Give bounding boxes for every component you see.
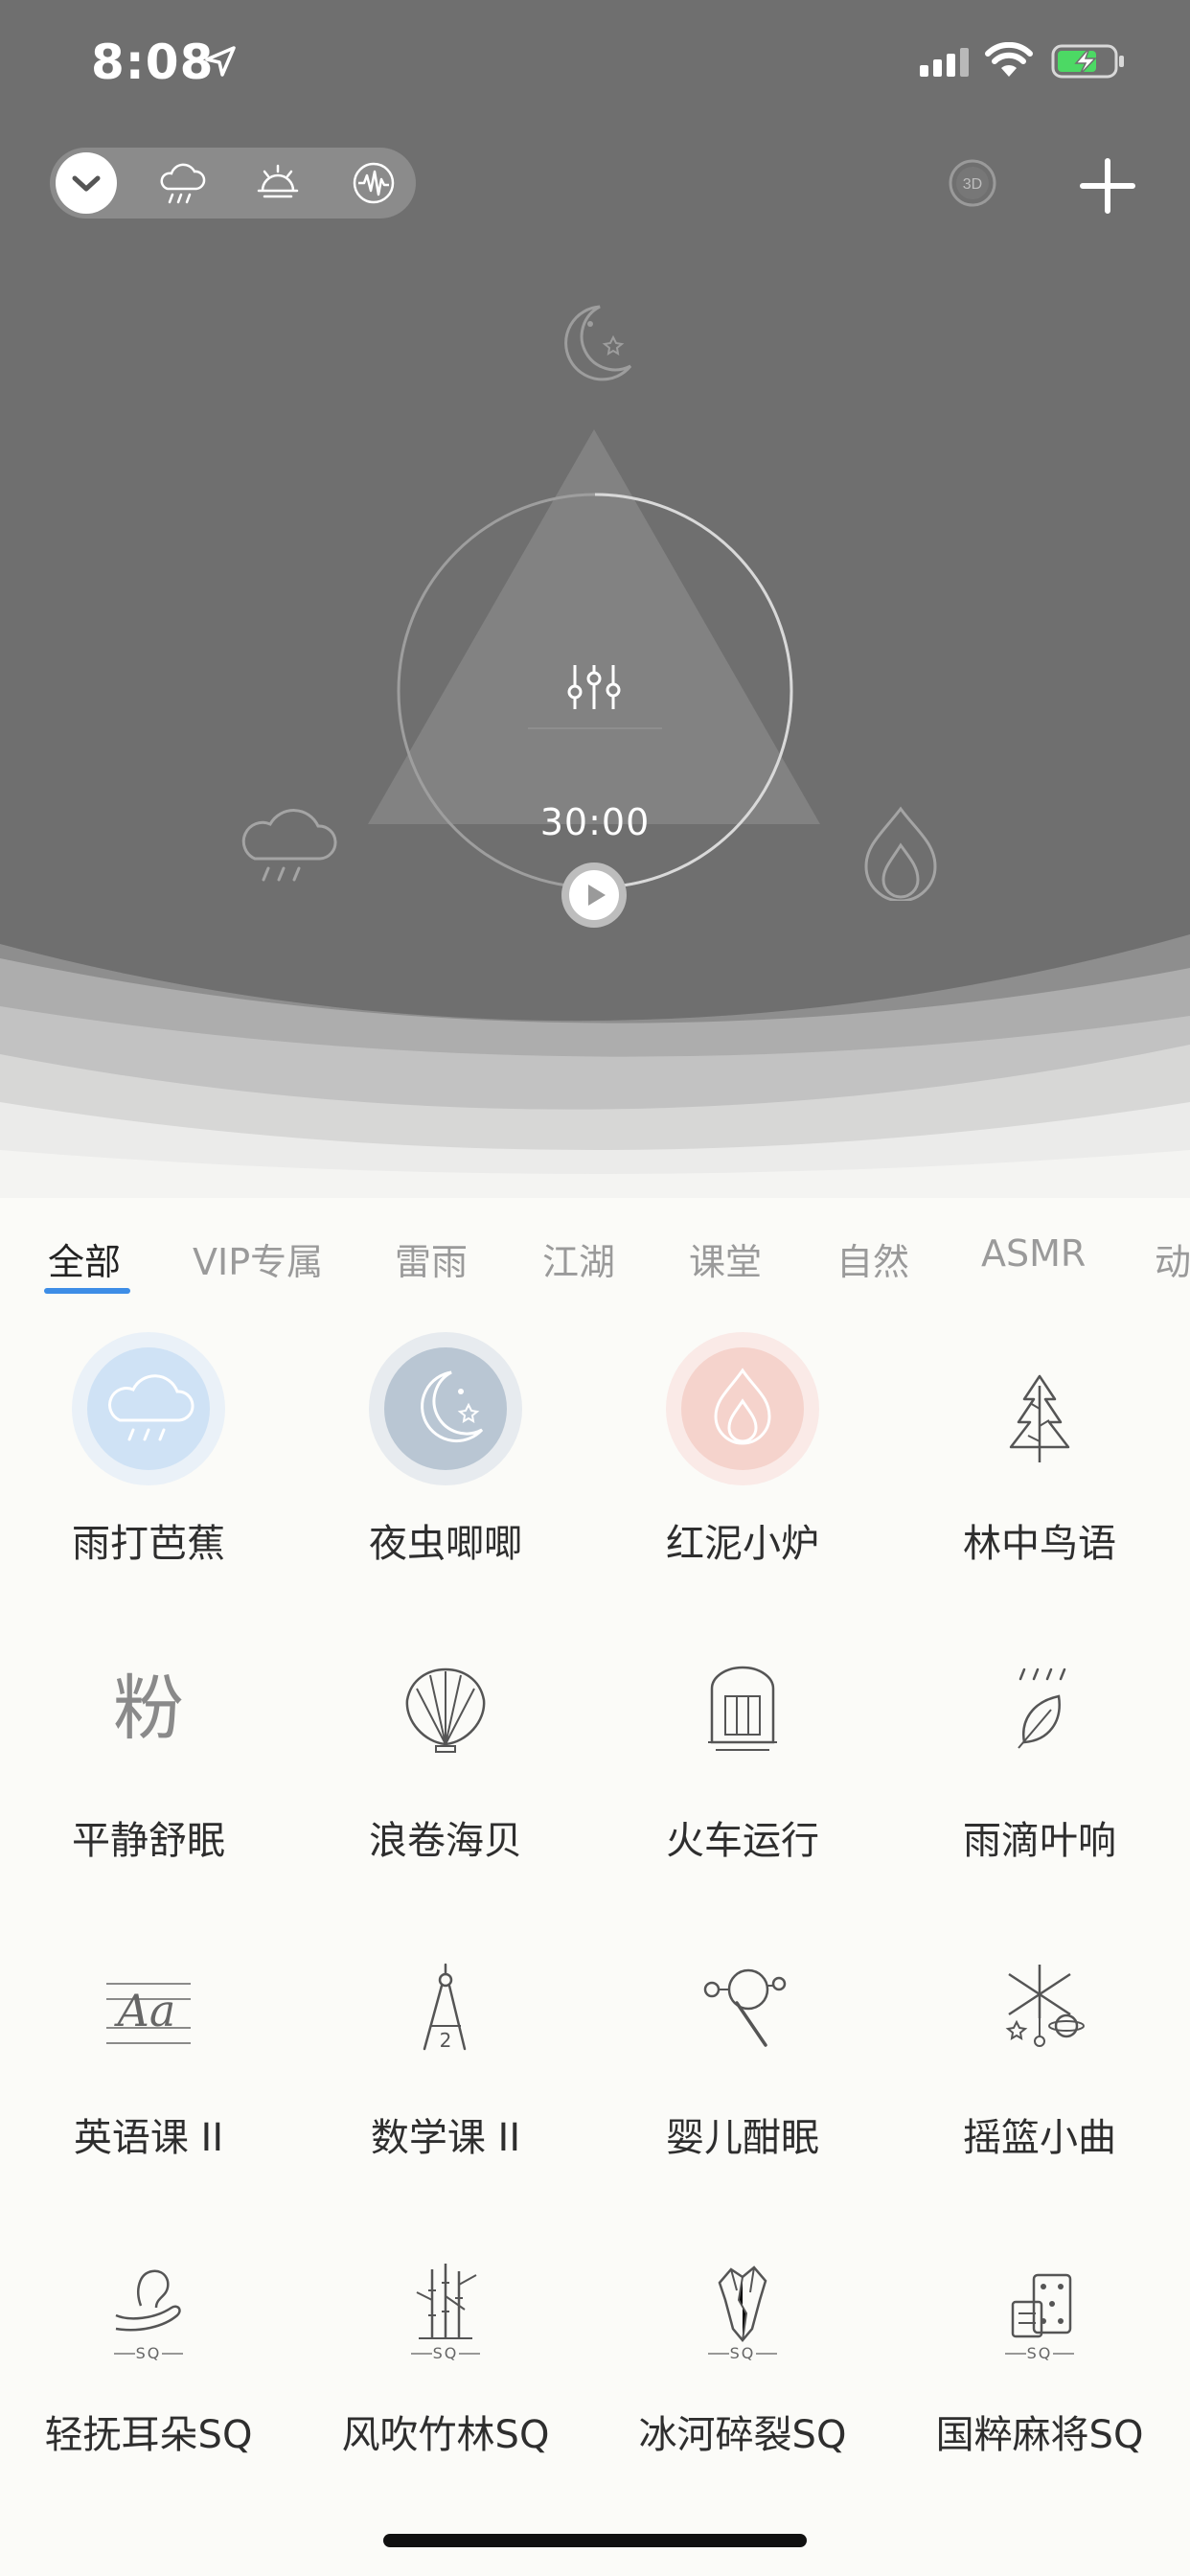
sound-label: 风吹竹林SQ [341, 2413, 550, 2457]
sound-item-lullaby[interactable]: 摇篮小曲 [891, 1926, 1188, 2175]
tab-vip[interactable]: VIP专属 [193, 1232, 323, 1285]
flame-icon [666, 1332, 819, 1485]
sound-label: 婴儿酣眠 [666, 2116, 819, 2160]
sound-item-ear-stroke[interactable]: SQ 轻抚耳朵SQ [0, 2223, 297, 2472]
sound-item-train[interactable]: 火车运行 [594, 1629, 891, 1878]
sq-badge: SQ [433, 2344, 459, 2362]
fen-character-icon: 粉 [113, 1668, 184, 1750]
timer-display: 30:00 [539, 801, 651, 843]
sound-label: 冰河碎裂SQ [638, 2413, 847, 2457]
tab-asmr[interactable]: ASMR [981, 1232, 1086, 1275]
svg-text:2: 2 [440, 2029, 452, 2052]
rain-cloud-icon [160, 163, 206, 204]
sound-label: 红泥小炉 [666, 1522, 819, 1566]
sound-item-math-class[interactable]: 2 数学课 II [297, 1926, 594, 2175]
sound-label: 夜虫唧唧 [369, 1522, 522, 1566]
sound-label: 摇篮小曲 [963, 2116, 1116, 2160]
chevron-down-icon [72, 175, 101, 192]
sound-label: 轻抚耳朵SQ [44, 2413, 253, 2457]
soundwave-icon [353, 162, 395, 204]
sound-item-rain-banana[interactable]: 雨打芭蕉 [0, 1332, 297, 1581]
tab-thunderstorm[interactable]: 雷雨 [395, 1232, 468, 1285]
rain-cloud-icon[interactable] [236, 805, 341, 891]
aa-glyph: Aa [114, 1985, 176, 2036]
baby-mobile-icon [1005, 1965, 1085, 2047]
sound-label: 英语课 II [73, 2116, 224, 2160]
active-tab-indicator [44, 1288, 130, 1294]
sound-item-calm-sleep[interactable]: 粉 平静舒眠 [0, 1629, 297, 1878]
sound-label: 浪卷海贝 [369, 1819, 522, 1863]
sound-label: 数学课 II [370, 2116, 521, 2160]
mode-sunrise-button[interactable] [247, 152, 309, 214]
compass-icon: 2 [423, 1963, 467, 2052]
sunrise-icon [257, 164, 299, 198]
play-button[interactable] [558, 859, 630, 932]
3d-mode-button[interactable]: 3D [947, 157, 998, 209]
tab-classroom[interactable]: 课堂 [689, 1232, 762, 1285]
location-arrow-icon [205, 46, 236, 77]
mahjong-icon: SQ [1005, 2273, 1074, 2362]
rain-leaf-icon [1018, 1668, 1066, 1749]
tab-nature[interactable]: 自然 [836, 1232, 909, 1285]
sq-badge: SQ [136, 2344, 162, 2362]
cellular-signal-icon [920, 48, 969, 77]
seashell-icon [405, 1668, 486, 1753]
sound-item-night-insects[interactable]: 夜虫唧唧 [297, 1332, 594, 1581]
battery-charging-icon [1051, 44, 1124, 79]
sound-label: 林中鸟语 [963, 1522, 1116, 1566]
mode-rain-button[interactable] [151, 152, 213, 214]
add-button[interactable] [1077, 155, 1138, 217]
sound-item-forest-birds[interactable]: 林中鸟语 [891, 1332, 1188, 1581]
tab-more[interactable]: 动 [1155, 1232, 1190, 1285]
sound-item-glacier-crack[interactable]: SQ 冰河碎裂SQ [594, 2223, 891, 2472]
sound-label: 雨滴叶响 [963, 1819, 1116, 1863]
wifi-icon [985, 42, 1033, 77]
sound-item-baby-sleep[interactable]: 婴儿酣眠 [594, 1926, 891, 2175]
home-indicator[interactable] [383, 2534, 807, 2547]
sound-item-seashell[interactable]: 浪卷海贝 [297, 1629, 594, 1878]
rain-cloud-icon [72, 1332, 225, 1485]
ear-hand-icon: SQ [114, 2269, 183, 2362]
status-bar: 8:08 [0, 0, 1190, 125]
3d-label: 3D [963, 176, 982, 193]
mode-wave-button[interactable] [343, 152, 404, 214]
equalizer-icon[interactable] [563, 661, 625, 713]
glacier-icon: SQ [708, 2266, 777, 2362]
tree-icon [1009, 1374, 1070, 1462]
sound-label: 雨打芭蕉 [72, 1522, 225, 1566]
sound-item-clay-stove[interactable]: 红泥小炉 [594, 1332, 891, 1581]
rattle-icon [703, 1968, 787, 2047]
player-hero: 8:08 3D 30:00 [0, 0, 1190, 1198]
sq-badge: SQ [1027, 2344, 1053, 2362]
sq-badge: SQ [730, 2344, 756, 2362]
english-aa-icon: Aa [106, 1983, 191, 2044]
train-icon [708, 1666, 777, 1751]
moon-stars-icon[interactable] [550, 299, 638, 387]
collapse-button[interactable] [56, 152, 117, 214]
sound-label: 火车运行 [666, 1819, 819, 1863]
sound-label: 平静舒眠 [72, 1819, 225, 1863]
sound-item-rain-leaves[interactable]: 雨滴叶响 [891, 1629, 1188, 1878]
status-time: 8:08 [91, 34, 215, 90]
sound-item-mahjong[interactable]: SQ 国粹麻将SQ [891, 2223, 1188, 2472]
sound-label: 国粹麻将SQ [935, 2413, 1144, 2457]
fen-glyph: 粉 [113, 1668, 184, 1750]
sound-item-english-class[interactable]: Aa 英语课 II [0, 1926, 297, 2175]
category-tabs: 全部 VIP专属 雷雨 江湖 课堂 自然 ASMR 动 [0, 1223, 1190, 1300]
bamboo-icon: SQ [411, 2264, 480, 2362]
tab-all[interactable]: 全部 [48, 1232, 121, 1285]
moon-stars-icon [369, 1332, 522, 1485]
sound-mode-switcher [50, 148, 416, 218]
top-bar: 3D [0, 144, 1190, 220]
flame-icon[interactable] [858, 805, 943, 901]
tab-jianghu[interactable]: 江湖 [542, 1232, 615, 1285]
sound-item-bamboo-wind[interactable]: SQ 风吹竹林SQ [297, 2223, 594, 2472]
